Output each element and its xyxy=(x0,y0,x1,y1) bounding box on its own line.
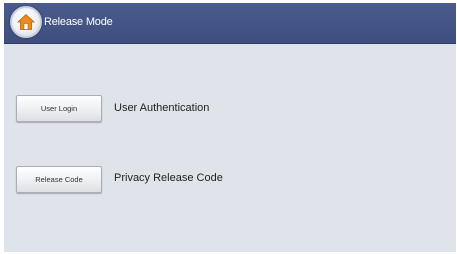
user-login-button[interactable]: User Login xyxy=(16,95,102,122)
home-icon xyxy=(17,13,35,30)
home-button[interactable] xyxy=(10,6,42,38)
title-bar: Release Mode xyxy=(4,3,456,44)
release-mode-screen: Release Mode User Login User Authenticat… xyxy=(4,3,456,252)
privacy-release-code-label: Privacy Release Code xyxy=(114,172,223,184)
page-title: Release Mode xyxy=(44,16,113,28)
release-code-button[interactable]: Release Code xyxy=(16,166,102,193)
user-authentication-label: User Authentication xyxy=(114,102,210,114)
